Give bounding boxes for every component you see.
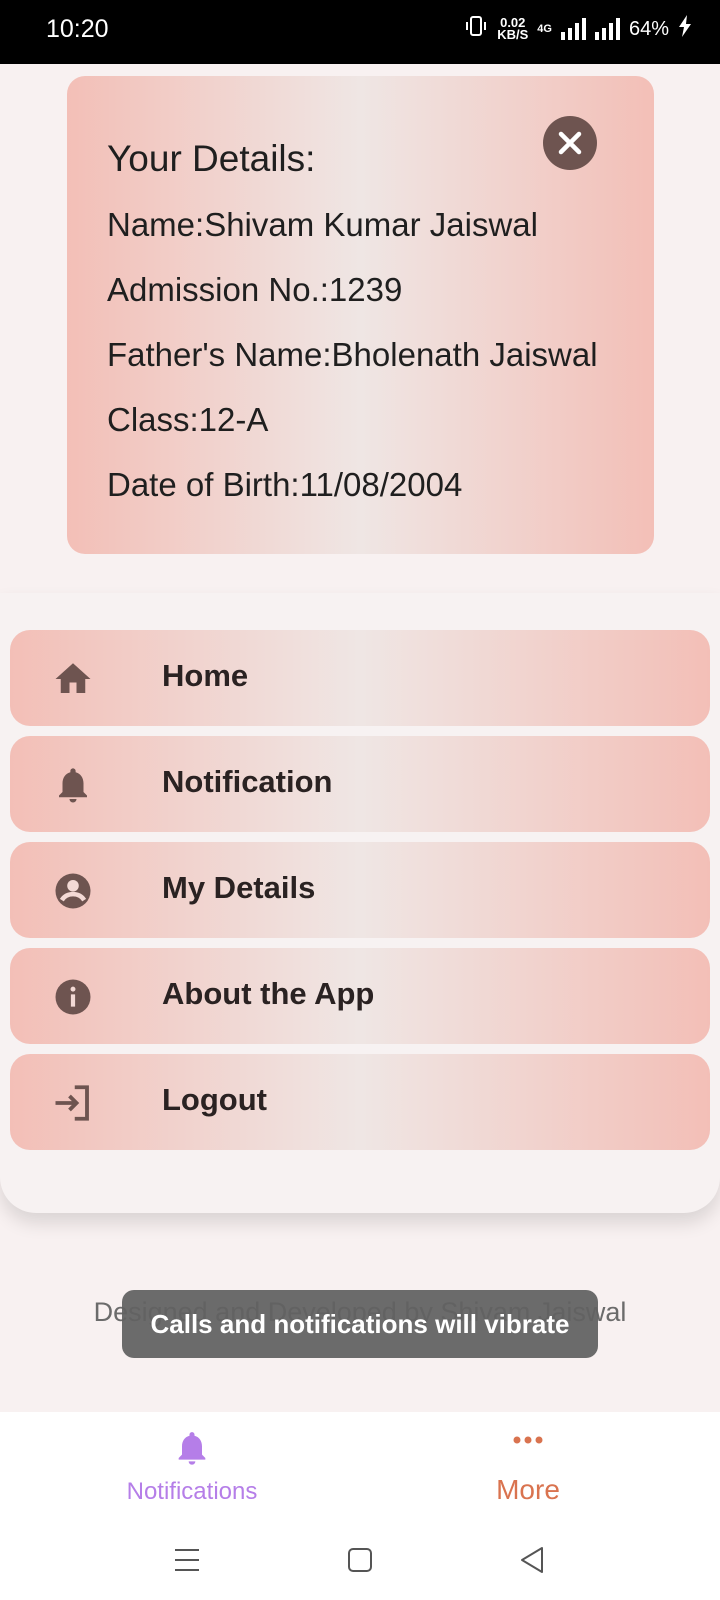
status-time: 10:20 bbox=[46, 15, 109, 43]
menu-item-about[interactable]: About the App bbox=[10, 948, 710, 1044]
signal-icon bbox=[560, 18, 586, 40]
back-icon[interactable] bbox=[514, 1542, 550, 1578]
nav-notifications-label: Notifications bbox=[126, 1478, 258, 1505]
menu-panel: Home Notification My Details About the A… bbox=[0, 593, 720, 1213]
account-circle-icon bbox=[55, 873, 91, 909]
menu-item-label: Notification bbox=[162, 764, 333, 799]
detail-name: Name:Shivam Kumar Jaiswal bbox=[107, 206, 538, 243]
menu-item-my-details[interactable]: My Details bbox=[10, 842, 710, 938]
menu-item-logout[interactable]: Logout bbox=[10, 1054, 710, 1150]
recent-apps-icon[interactable] bbox=[169, 1542, 205, 1578]
menu-item-label: Home bbox=[162, 658, 249, 693]
menu-item-home[interactable]: Home bbox=[10, 630, 710, 726]
home-button-icon[interactable] bbox=[342, 1542, 378, 1578]
nav-more-label: More bbox=[496, 1474, 560, 1505]
close-icon bbox=[558, 131, 582, 155]
vibrate-icon bbox=[464, 14, 488, 44]
detail-father: Father's Name:Bholenath Jaiswal bbox=[107, 336, 598, 373]
bottom-nav: Notifications More bbox=[0, 1412, 720, 1522]
toast-message: Calls and notifications will vibrate bbox=[122, 1290, 598, 1358]
battery-level: 64% bbox=[628, 17, 669, 40]
menu-item-label: Logout bbox=[162, 1082, 268, 1117]
more-horizontal-icon bbox=[513, 1436, 543, 1444]
details-card: Your Details: Name:Shivam Kumar Jaiswal … bbox=[67, 76, 654, 554]
bell-icon bbox=[178, 1432, 206, 1465]
details-heading: Your Details: bbox=[107, 138, 316, 179]
nav-notifications[interactable]: Notifications bbox=[12, 1412, 372, 1522]
detail-dob: Date of Birth:11/08/2004 bbox=[107, 466, 463, 503]
login-icon bbox=[55, 1085, 89, 1121]
detail-admission: Admission No.:1239 bbox=[107, 271, 403, 308]
status-bar: 10:20 0.02 KB/S 4G 64% bbox=[0, 0, 720, 64]
signal-icon-2 bbox=[594, 18, 620, 40]
data-rate: 0.02 KB/S bbox=[497, 16, 529, 42]
network-type: 4G bbox=[537, 23, 552, 35]
menu-item-label: About the App bbox=[162, 976, 375, 1011]
info-icon bbox=[55, 979, 91, 1015]
nav-more[interactable]: More bbox=[348, 1412, 708, 1522]
system-nav-bar bbox=[0, 1522, 720, 1600]
bell-icon bbox=[59, 768, 87, 803]
status-icons: 0.02 KB/S 4G 64% bbox=[464, 14, 692, 44]
menu-item-label: My Details bbox=[162, 870, 316, 905]
data-rate-unit: KB/S bbox=[497, 27, 529, 42]
menu-item-notification[interactable]: Notification bbox=[10, 736, 710, 832]
close-button[interactable] bbox=[543, 116, 597, 170]
home-icon bbox=[55, 663, 91, 693]
detail-class: Class:12-A bbox=[107, 401, 269, 438]
charging-icon bbox=[678, 15, 692, 43]
